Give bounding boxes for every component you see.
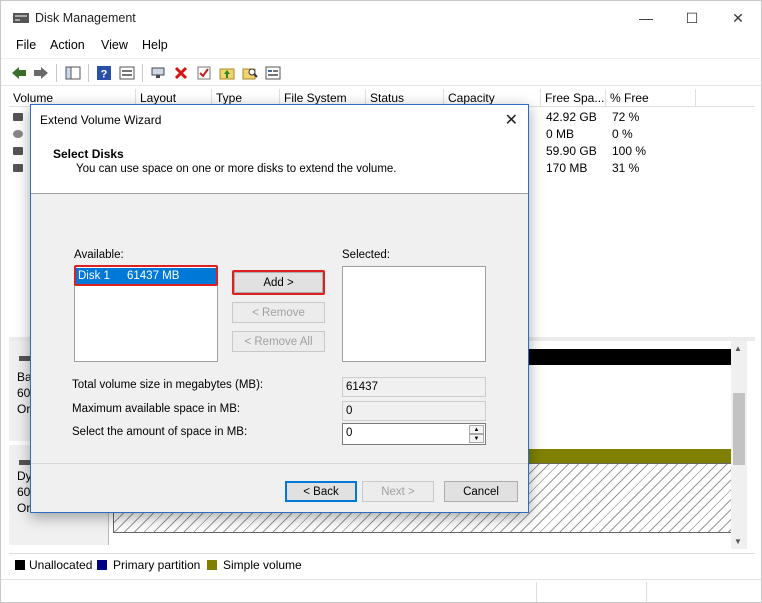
highlight-annotation <box>74 265 218 286</box>
column-free-space[interactable]: Free Spa... <box>541 89 606 107</box>
maximize-button[interactable]: ☐ <box>669 1 715 35</box>
menu-action[interactable]: Action <box>50 38 85 52</box>
back-button[interactable]: < Back <box>285 481 357 502</box>
legend-label-simple: Simple volume <box>223 558 302 572</box>
highlight-annotation <box>232 270 325 295</box>
legend-label-primary: Primary partition <box>113 558 201 572</box>
volume-free-space: 59.90 GB <box>546 144 597 158</box>
menu-bar: File Action View Help <box>1 35 761 57</box>
svg-text:?: ? <box>101 69 108 81</box>
minimize-button[interactable]: — <box>623 1 669 35</box>
legend-swatch-simple <box>207 560 217 570</box>
toolbar: ? <box>1 58 761 86</box>
dialog-title-bar: Extend Volume Wizard ✕ <box>31 105 528 135</box>
disk-pane-scrollbar[interactable]: ▲ ▼ <box>731 341 747 549</box>
scroll-up-icon[interactable]: ▲ <box>734 344 742 353</box>
available-label: Available: <box>74 249 124 261</box>
toolbar-separator <box>142 64 143 82</box>
volume-percent-free: 100 % <box>612 144 647 158</box>
amount-value: 0 <box>346 427 353 439</box>
footer-divider <box>31 463 528 464</box>
cancel-button[interactable]: Cancel <box>444 481 518 502</box>
cd-drive-icon <box>13 130 23 138</box>
max-space-field: 0 <box>342 401 486 421</box>
drive-icon <box>13 164 23 172</box>
unallocated-bar <box>529 349 735 365</box>
delete-icon[interactable] <box>171 63 191 83</box>
disk-status-label: Or <box>17 501 31 515</box>
drive-icon <box>13 113 23 121</box>
scrollbar-thumb[interactable] <box>733 393 745 465</box>
legend-swatch-unallocated <box>15 560 25 570</box>
title-bar: Disk Management — ☐ ✕ <box>1 1 761 35</box>
volume-free-space: 0 MB <box>546 127 575 141</box>
total-size-field: 61437 <box>342 377 486 397</box>
connect-icon[interactable] <box>148 63 168 83</box>
help-icon[interactable]: ? <box>94 63 114 83</box>
wizard-header: Select Disks You can use space on one or… <box>31 135 528 194</box>
total-size-label: Total volume size in megabytes (MB): <box>72 379 264 391</box>
legend-swatch-primary <box>97 560 107 570</box>
check-icon[interactable] <box>194 63 214 83</box>
disk-management-icon <box>13 13 29 23</box>
toolbar-separator <box>88 64 89 82</box>
back-arrow-icon[interactable] <box>9 63 29 83</box>
status-bar <box>1 579 761 603</box>
max-space-label: Maximum available space in MB: <box>72 403 241 415</box>
selected-label: Selected: <box>342 249 390 261</box>
volume-percent-free: 0 % <box>612 127 633 141</box>
toolbar-separator <box>56 64 57 82</box>
search-icon[interactable] <box>240 63 260 83</box>
remove-all-button[interactable]: < Remove All <box>232 331 325 352</box>
spin-up-icon[interactable]: ▲ <box>469 425 484 434</box>
forward-arrow-icon[interactable] <box>31 63 51 83</box>
wizard-subheading: You can use space on one or more disks t… <box>76 163 397 175</box>
amount-label: Select the amount of space in MB: <box>72 426 248 438</box>
dialog-close-icon[interactable]: ✕ <box>505 110 518 130</box>
volume-percent-free: 31 % <box>612 161 640 175</box>
spin-down-icon[interactable]: ▼ <box>469 434 484 443</box>
legend: Unallocated Primary partition Simple vol… <box>9 553 755 575</box>
volume-free-space: 42.92 GB <box>546 110 597 124</box>
disk-status-label: Or <box>17 402 31 416</box>
dialog-title: Extend Volume Wizard <box>40 113 162 127</box>
menu-view[interactable]: View <box>101 38 128 52</box>
volume-percent-free: 72 % <box>612 110 640 124</box>
legend-label-unallocated: Unallocated <box>29 558 93 572</box>
extend-volume-wizard-dialog: Extend Volume Wizard ✕ Select Disks You … <box>30 104 529 513</box>
menu-file[interactable]: File <box>16 38 36 52</box>
scroll-down-icon[interactable]: ▼ <box>734 537 742 546</box>
volume-free-space: 170 MB <box>546 161 588 175</box>
wizard-heading: Select Disks <box>53 147 124 161</box>
window-title: Disk Management <box>35 11 136 25</box>
selected-disks-list[interactable] <box>342 266 486 362</box>
settings-panel-icon[interactable] <box>263 63 283 83</box>
console-tree-icon[interactable] <box>63 63 83 83</box>
column-percent-free[interactable]: % Free <box>606 89 696 107</box>
remove-button[interactable]: < Remove <box>232 302 325 323</box>
amount-spinbox[interactable]: 0 ▲ ▼ <box>342 423 486 445</box>
next-button[interactable]: Next > <box>362 481 434 502</box>
close-button[interactable]: ✕ <box>715 1 761 35</box>
properties-icon[interactable] <box>117 63 137 83</box>
drive-icon <box>13 147 23 155</box>
menu-help[interactable]: Help <box>142 38 168 52</box>
folder-up-icon[interactable] <box>217 63 237 83</box>
